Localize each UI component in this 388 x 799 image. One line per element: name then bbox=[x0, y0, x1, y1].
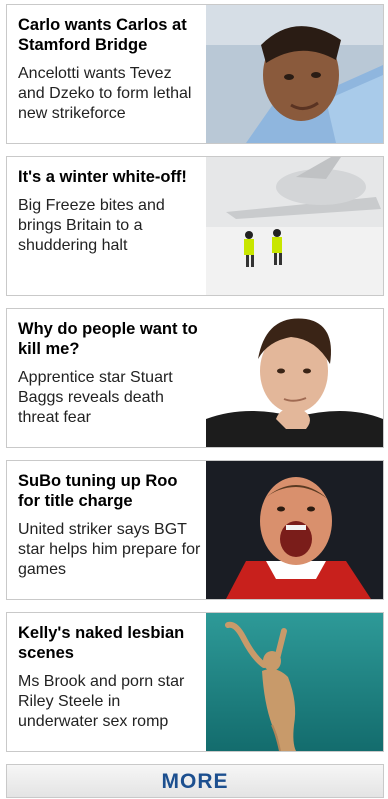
story-headline[interactable]: It's a winter white-off! bbox=[18, 167, 201, 187]
story-thumbnail[interactable] bbox=[206, 613, 383, 751]
story-thumbnail[interactable] bbox=[206, 461, 383, 599]
story-card[interactable]: Kelly's naked lesbian scenes Ms Brook an… bbox=[6, 612, 384, 752]
story-summary: Apprentice star Stuart Baggs reveals dea… bbox=[18, 369, 173, 426]
underwater-figure-photo bbox=[206, 613, 383, 751]
footballer-sky-blue-shirt-photo bbox=[206, 5, 383, 143]
story-thumbnail[interactable] bbox=[206, 309, 383, 447]
snowy-airport-plane-photo bbox=[206, 157, 383, 295]
story-thumbnail[interactable] bbox=[206, 5, 383, 143]
story-text: Why do people want to kill me? Apprentic… bbox=[7, 309, 207, 447]
story-headline[interactable]: Carlo wants Carlos at Stamford Bridge bbox=[18, 15, 201, 55]
story-summary: Big Freeze bites and brings Britain to a… bbox=[18, 197, 165, 254]
story-text: Kelly's naked lesbian scenes Ms Brook an… bbox=[7, 613, 207, 751]
story-text: Carlo wants Carlos at Stamford Bridge An… bbox=[7, 5, 207, 143]
story-text: It's a winter white-off! Big Freeze bite… bbox=[7, 157, 207, 295]
story-card[interactable]: SuBo tuning up Roo for title charge Unit… bbox=[6, 460, 384, 600]
story-headline[interactable]: Why do people want to kill me? bbox=[18, 319, 201, 359]
story-card[interactable]: Why do people want to kill me? Apprentic… bbox=[6, 308, 384, 448]
story-headline[interactable]: SuBo tuning up Roo for title charge bbox=[18, 471, 201, 511]
story-summary: Ms Brook and porn star Riley Steele in u… bbox=[18, 673, 185, 730]
more-button[interactable]: MORE bbox=[6, 764, 384, 798]
story-thumbnail[interactable] bbox=[206, 157, 383, 295]
story-summary: United striker says BGT star helps him p… bbox=[18, 521, 201, 578]
footballer-shouting-red-shirt-photo bbox=[206, 461, 383, 599]
story-card[interactable]: Carlo wants Carlos at Stamford Bridge An… bbox=[6, 4, 384, 144]
story-text: SuBo tuning up Roo for title charge Unit… bbox=[7, 461, 207, 599]
story-headline[interactable]: Kelly's naked lesbian scenes bbox=[18, 623, 201, 663]
story-summary: Ancelotti wants Tevez and Dzeko to form … bbox=[18, 65, 192, 122]
story-card[interactable]: It's a winter white-off! Big Freeze bite… bbox=[6, 156, 384, 296]
man-hand-on-chin-portrait-photo bbox=[206, 309, 383, 447]
